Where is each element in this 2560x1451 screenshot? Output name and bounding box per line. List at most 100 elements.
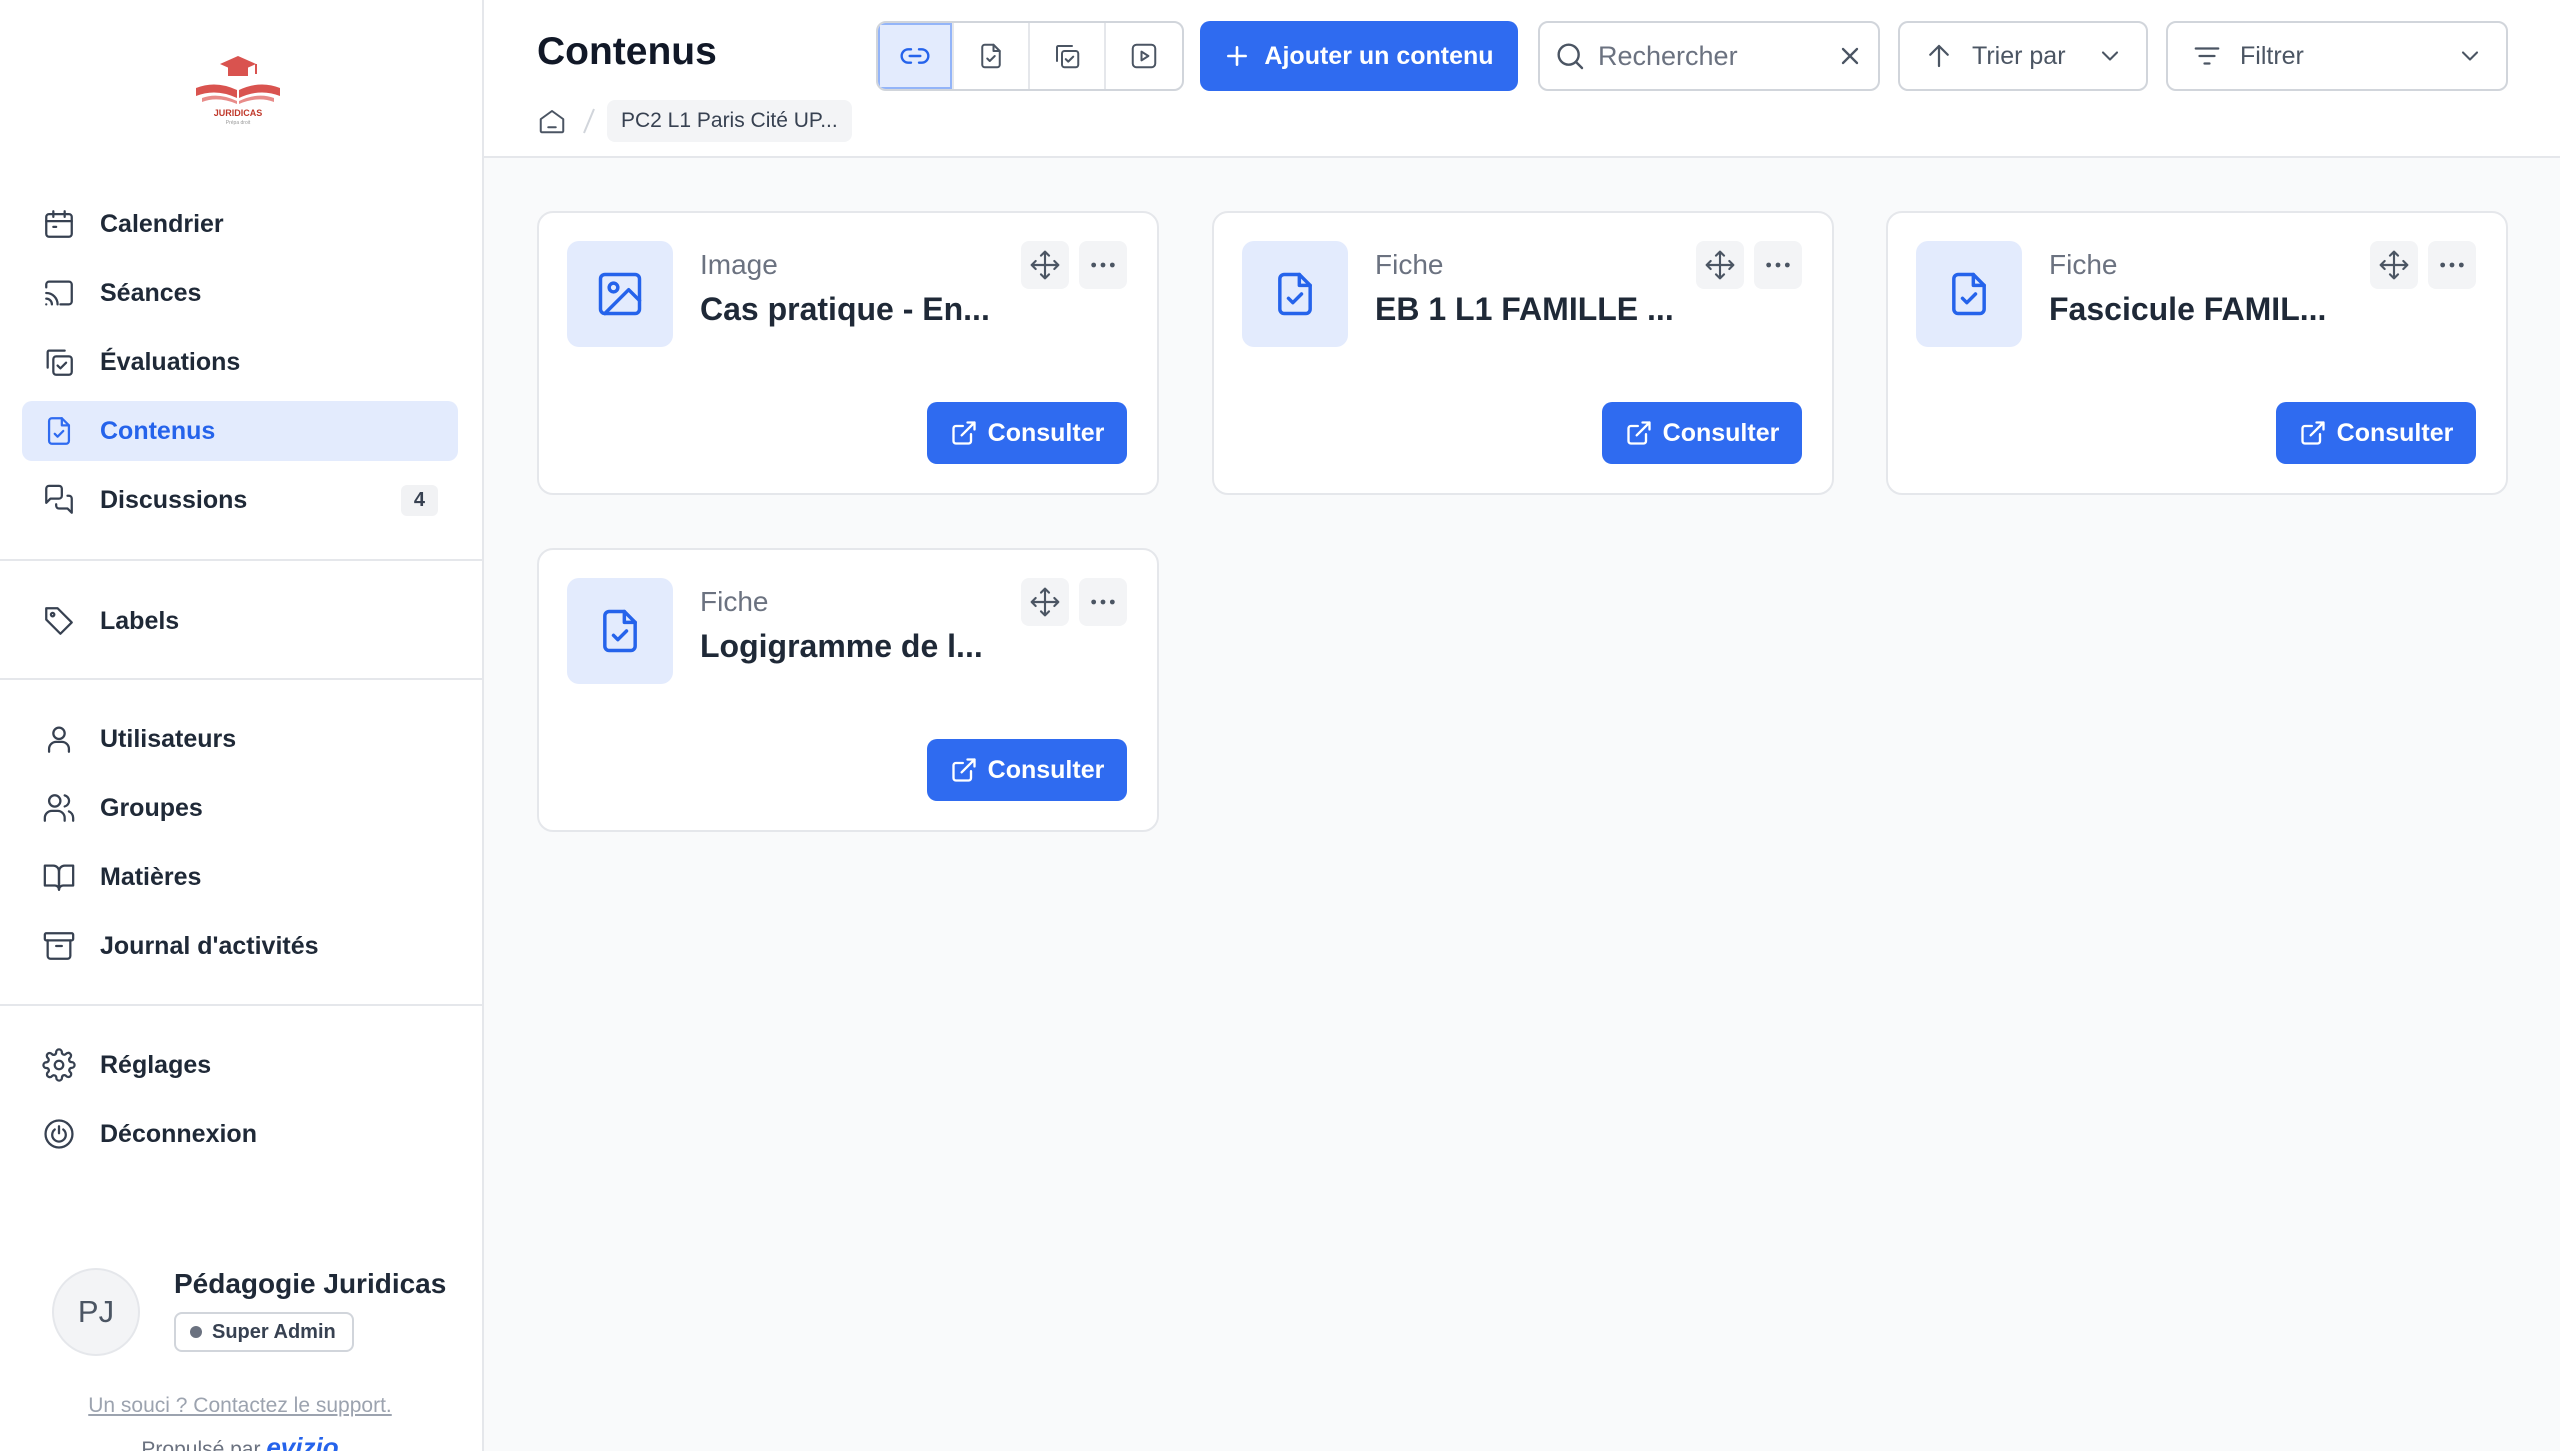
- sort-label: Trier par: [1972, 41, 2066, 70]
- content-type: Fiche: [1375, 249, 1444, 280]
- content-title: EB 1 L1 FAMILLE ...: [1375, 291, 1674, 327]
- move-icon[interactable]: [1021, 578, 1069, 626]
- filter-dropdown[interactable]: Filtrer: [2166, 21, 2508, 91]
- content-card: Fiche EB 1 L1 FAMILLE ... Consulter: [1212, 211, 1834, 495]
- sidebar-divider: [0, 1004, 482, 1006]
- breadcrumb-separator: [581, 106, 597, 136]
- tag-icon: [42, 604, 76, 638]
- clear-search-icon[interactable]: [1836, 42, 1864, 70]
- more-options-icon[interactable]: [1079, 241, 1127, 289]
- sidebar-item-evaluations[interactable]: Évaluations: [22, 332, 458, 392]
- sidebar-item-contenus[interactable]: Contenus: [22, 401, 458, 461]
- status-dot: [190, 1326, 202, 1338]
- juridicas-logo[interactable]: JURIDICAS Prépa droit: [190, 50, 286, 126]
- topbar: Contenus Ajouter un contenu Rechercher T…: [484, 0, 2560, 158]
- sidebar-item-deconnexion[interactable]: Déconnexion: [22, 1104, 458, 1164]
- labels-nav: Labels: [22, 591, 458, 660]
- user-profile[interactable]: PJ Pédagogie Juridicas Super Admin: [52, 1268, 462, 1358]
- more-options-icon[interactable]: [1079, 578, 1127, 626]
- sort-dropdown[interactable]: Trier par: [1898, 21, 2148, 91]
- book-icon: [42, 860, 76, 894]
- search-icon: [1554, 40, 1586, 72]
- content-title: Logigramme de l...: [700, 628, 983, 664]
- image-icon: [567, 241, 673, 347]
- sidebar-divider: [0, 678, 482, 680]
- add-content-button[interactable]: Ajouter un contenu: [1200, 21, 1518, 91]
- external-link-icon: [2299, 419, 2337, 447]
- avatar[interactable]: PJ: [52, 1268, 140, 1356]
- consult-label: Consulter: [987, 755, 1105, 784]
- chat-icon: [42, 483, 76, 517]
- plus-icon: [1224, 43, 1264, 69]
- content-type-toggle: [876, 21, 1184, 91]
- file-check-icon: [1916, 241, 2022, 347]
- search-box: [1538, 21, 1880, 91]
- role-label: Super Admin: [212, 1320, 336, 1343]
- chevron-down-icon: [2456, 42, 2484, 70]
- chevron-down-icon: [2096, 42, 2124, 70]
- users-icon: [42, 791, 76, 825]
- file-check-icon: [1242, 241, 1348, 347]
- search-input[interactable]: [1598, 40, 1836, 72]
- logo-tagline: Prépa droit: [226, 120, 251, 126]
- copy-check-icon: [1052, 41, 1082, 71]
- external-link-icon: [1625, 419, 1663, 447]
- consult-button[interactable]: Consulter: [927, 402, 1127, 464]
- admin-nav: Utilisateurs Groupes Matières Journal d'…: [22, 709, 458, 985]
- file-check-icon: [976, 41, 1006, 71]
- sidebar-item-label: Évaluations: [100, 347, 241, 376]
- view-links-button[interactable]: [878, 23, 954, 89]
- move-icon[interactable]: [1696, 241, 1744, 289]
- breadcrumb-current[interactable]: PC2 L1 Paris Cité UP...: [607, 100, 852, 142]
- add-content-label: Ajouter un contenu: [1264, 41, 1494, 70]
- sidebar-item-calendrier[interactable]: Calendrier: [22, 194, 458, 254]
- view-fiches-button[interactable]: [954, 23, 1030, 89]
- view-videos-button[interactable]: [1106, 23, 1182, 89]
- view-evaluations-button[interactable]: [1030, 23, 1106, 89]
- more-options-icon[interactable]: [1754, 241, 1802, 289]
- copy-check-icon: [42, 345, 76, 379]
- sidebar-item-label: Utilisateurs: [100, 724, 237, 753]
- power-icon: [42, 1117, 76, 1151]
- sidebar-item-seances[interactable]: Séances: [22, 263, 458, 323]
- consult-label: Consulter: [1662, 418, 1780, 447]
- sidebar-item-journal[interactable]: Journal d'activités: [22, 916, 458, 976]
- file-check-icon: [42, 414, 76, 448]
- filter-lines-icon: [2192, 41, 2222, 71]
- sidebar-item-labels[interactable]: Labels: [22, 591, 458, 651]
- logo-text: JURIDICAS: [214, 108, 263, 118]
- sidebar-item-label: Réglages: [100, 1050, 212, 1079]
- main-nav: Calendrier Séances Évaluations Contenus …: [22, 194, 458, 539]
- move-icon[interactable]: [2370, 241, 2418, 289]
- powered-by: Propulsé par evizio: [0, 1432, 480, 1451]
- evizio-logo[interactable]: evizio: [266, 1432, 338, 1451]
- archive-icon: [42, 929, 76, 963]
- home-icon[interactable]: [537, 106, 567, 136]
- sidebar-divider: [0, 559, 482, 561]
- sidebar-item-label: Déconnexion: [100, 1119, 257, 1148]
- sidebar-item-label: Séances: [100, 278, 202, 307]
- sidebar-item-matieres[interactable]: Matières: [22, 847, 458, 907]
- content-card: Fiche Fascicule FAMIL... Consulter: [1886, 211, 2508, 495]
- external-link-icon: [950, 756, 988, 784]
- settings-nav: Réglages Déconnexion: [22, 1035, 458, 1173]
- file-check-icon: [567, 578, 673, 684]
- consult-button[interactable]: Consulter: [2276, 402, 2476, 464]
- cast-icon: [42, 276, 76, 310]
- main-content: Contenus Ajouter un contenu Rechercher T…: [484, 0, 2560, 1451]
- support-link[interactable]: Un souci ? Contactez le support.: [0, 1394, 480, 1418]
- move-icon[interactable]: [1021, 241, 1069, 289]
- sidebar-item-label: Journal d'activités: [100, 931, 319, 960]
- sidebar-item-reglages[interactable]: Réglages: [22, 1035, 458, 1095]
- consult-button[interactable]: Consulter: [1602, 402, 1802, 464]
- sidebar-item-groupes[interactable]: Groupes: [22, 778, 458, 838]
- page-title: Contenus: [537, 30, 717, 73]
- consult-button[interactable]: Consulter: [927, 739, 1127, 801]
- more-options-icon[interactable]: [2428, 241, 2476, 289]
- link-icon: [899, 40, 931, 72]
- calendar-icon: [42, 207, 76, 241]
- content-type: Image: [700, 249, 778, 280]
- sidebar-item-utilisateurs[interactable]: Utilisateurs: [22, 709, 458, 769]
- arrow-up-icon: [1924, 41, 1954, 71]
- sidebar-item-discussions[interactable]: Discussions 4: [22, 470, 458, 530]
